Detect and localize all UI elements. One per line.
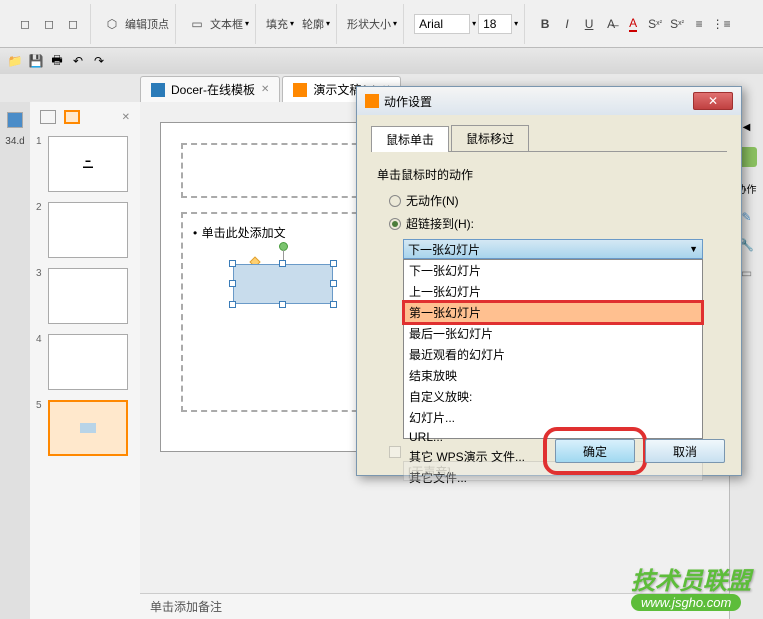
tab-mouse-click[interactable]: 鼠标单击	[371, 126, 449, 152]
shape-tool-2[interactable]: ◻	[38, 13, 60, 35]
sidebar-icon-1[interactable]	[7, 112, 23, 128]
dialog-icon	[365, 94, 379, 108]
numbering-button[interactable]: ⋮≡	[711, 14, 731, 34]
cancel-button[interactable]: 取消	[645, 439, 725, 463]
quick-access-toolbar: 📁 💾 🖶 ↶ ↷	[0, 48, 763, 74]
slide-thumbnails: ✕ 1▬▬▬ 2 3 4 5	[30, 102, 140, 619]
thumbnail-3[interactable]	[48, 268, 128, 324]
sidepanel-tool-1[interactable]: ✎	[741, 210, 751, 224]
sidepanel-toggle[interactable]: ◀	[743, 122, 751, 133]
dialog-close-button[interactable]: ✕	[693, 92, 733, 110]
dialog-titlebar[interactable]: 动作设置 ✕	[357, 87, 741, 115]
bold-button[interactable]: B	[535, 14, 555, 34]
print-button[interactable]: 🖶	[48, 52, 66, 70]
thumbnail-1[interactable]: ▬▬▬	[48, 136, 128, 192]
thumbnail-4[interactable]	[48, 334, 128, 390]
bullets-button[interactable]: ≡	[689, 14, 709, 34]
edit-vertex-label: 编辑顶点	[125, 16, 169, 32]
ribbon-toolbar: ◻ ◻ ◻ ⬡ 编辑顶点 ▭ 文本框 ▾ 填充▾ 轮廓▾ 形状大小▾ Arial…	[0, 0, 763, 48]
font-name-combo[interactable]: Arial	[414, 14, 470, 34]
italic-button[interactable]: I	[557, 14, 577, 34]
hyperlink-combo[interactable]: 下一张幻灯片 ▼	[403, 239, 703, 259]
left-sidebar: 34.d	[0, 102, 30, 619]
sup-button[interactable]: Sx²	[667, 14, 687, 34]
resize-handle-sw[interactable]	[229, 301, 236, 308]
selected-shape[interactable]	[233, 264, 333, 314]
dialog-title-text: 动作设置	[384, 93, 432, 110]
docer-tab[interactable]: Docer-在线模板 ✕	[140, 76, 280, 102]
docer-icon	[151, 83, 165, 97]
shape-tool-1[interactable]: ◻	[14, 13, 36, 35]
outline-button[interactable]: 轮廓	[302, 16, 324, 32]
save-button[interactable]: 💾	[27, 52, 45, 70]
undo-button[interactable]: ↶	[69, 52, 87, 70]
sound-combo: [无声音]	[403, 461, 703, 481]
dd-option-custom[interactable]: 自定义放映:	[404, 386, 702, 407]
radio-no-action[interactable]: 无动作(N)	[377, 189, 721, 212]
docer-tab-close[interactable]: ✕	[261, 84, 269, 95]
resize-handle-s[interactable]	[279, 301, 286, 308]
dd-option-first[interactable]: 第一张幻灯片	[404, 302, 702, 323]
textbox-icon[interactable]: ▭	[186, 13, 208, 35]
font-size-combo[interactable]: 18	[478, 14, 512, 34]
dd-option-next[interactable]: 下一张幻灯片	[404, 260, 702, 281]
sub-button[interactable]: Sx²	[645, 14, 665, 34]
resize-handle-se[interactable]	[330, 301, 337, 308]
redo-button[interactable]: ↷	[90, 52, 108, 70]
strike-button[interactable]: A̶	[601, 14, 621, 34]
dd-option-end[interactable]: 结束放映	[404, 365, 702, 386]
open-button[interactable]: 📁	[6, 52, 24, 70]
dd-option-slide[interactable]: 幻灯片...	[404, 407, 702, 428]
shape-size-button[interactable]: 形状大小	[347, 16, 391, 32]
resize-handle-e[interactable]	[330, 280, 337, 287]
resize-handle-ne[interactable]	[330, 260, 337, 267]
docer-tab-label: Docer-在线模板	[171, 81, 255, 98]
action-group-title: 单击鼠标时的动作	[377, 166, 721, 183]
font-color-button[interactable]: A	[623, 14, 643, 34]
resize-handle-w[interactable]	[229, 280, 236, 287]
outline-view-icon[interactable]	[40, 110, 56, 124]
thumbnail-5[interactable]	[48, 400, 128, 456]
hyperlink-dropdown: 下一张幻灯片 上一张幻灯片 第一张幻灯片 最后一张幻灯片 最近观看的幻灯片 结束…	[403, 259, 703, 439]
chevron-down-icon: ▼	[689, 244, 698, 254]
underline-button[interactable]: U	[579, 14, 599, 34]
watermark: 技术员联盟 www.jsgho.com	[631, 561, 751, 611]
shape-tool-3[interactable]: ◻	[62, 13, 84, 35]
tab-mouse-over[interactable]: 鼠标移过	[451, 125, 529, 151]
resize-handle-n[interactable]	[279, 260, 286, 267]
thumbnail-2[interactable]	[48, 202, 128, 258]
dd-option-recent[interactable]: 最近观看的幻灯片	[404, 344, 702, 365]
sidepanel-tool-3[interactable]: ▭	[741, 266, 752, 280]
resize-handle-nw[interactable]	[229, 260, 236, 267]
file-timestamp: 34.d	[5, 136, 24, 147]
thumbs-close[interactable]: ✕	[122, 112, 130, 123]
dd-option-last[interactable]: 最后一张幻灯片	[404, 323, 702, 344]
presentation-icon	[293, 83, 307, 97]
dd-option-prev[interactable]: 上一张幻灯片	[404, 281, 702, 302]
dialog-tabs: 鼠标单击 鼠标移过	[371, 125, 727, 152]
edit-vertex-icon[interactable]: ⬡	[101, 13, 123, 35]
action-settings-dialog: 动作设置 ✕ 鼠标单击 鼠标移过 单击鼠标时的动作 无动作(N) 超链接到(H)…	[356, 86, 742, 476]
ok-button[interactable]: 确定	[555, 439, 635, 463]
fill-button[interactable]: 填充	[266, 16, 288, 32]
radio-hyperlink[interactable]: 超链接到(H):	[377, 212, 721, 235]
textbox-label: 文本框	[210, 16, 243, 32]
slides-view-icon[interactable]	[64, 110, 80, 124]
